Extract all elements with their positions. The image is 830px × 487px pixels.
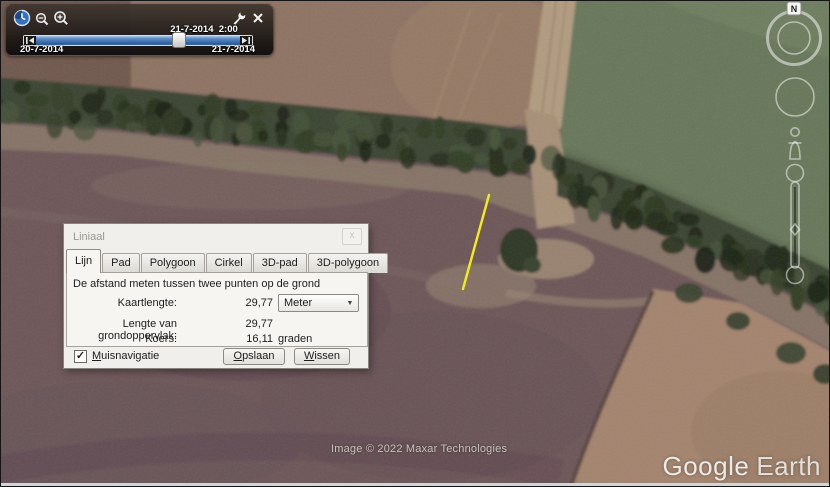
logo-earth: Earth bbox=[756, 451, 821, 481]
compass-ring[interactable] bbox=[768, 12, 821, 65]
clear-button[interactable]: Wissen bbox=[294, 348, 350, 365]
dialog-footer: ✓ Muisnavigatie Opslaan Wissen bbox=[64, 345, 368, 368]
look-joystick[interactable] bbox=[776, 78, 814, 116]
ruler-dialog: Liniaal x Lijn Pad Polygoon Cirkel 3D-pa… bbox=[63, 223, 369, 369]
zoom-in-button[interactable] bbox=[787, 165, 804, 182]
tab-pad[interactable]: Pad bbox=[102, 253, 140, 273]
time-current-label: 21-7-2014 2:00 bbox=[148, 24, 260, 35]
unit-dropdown-value: Meter bbox=[279, 297, 342, 309]
tab-cirkel[interactable]: Cirkel bbox=[206, 253, 252, 273]
dialog-title: Liniaal bbox=[73, 231, 105, 243]
time-slider-track[interactable] bbox=[36, 36, 240, 45]
tab-3d-polygoon[interactable]: 3D-polygoon bbox=[308, 253, 388, 273]
save-button[interactable]: Opslaan bbox=[223, 348, 285, 365]
zoom-out-button[interactable] bbox=[787, 267, 804, 284]
ruler-description: De afstand meten tussen twee punten op d… bbox=[73, 278, 320, 290]
time-zoom-out-icon[interactable] bbox=[35, 12, 50, 27]
mouse-navigation-checkbox[interactable]: ✓ bbox=[74, 350, 87, 363]
time-range-start-label: 20-7-2014 bbox=[20, 44, 63, 55]
unit-dropdown[interactable]: Meter ▼ bbox=[278, 294, 359, 312]
ruler-tab-content: De afstand meten tussen twee punten op d… bbox=[66, 272, 368, 347]
pegman-icon[interactable] bbox=[789, 128, 802, 159]
imagery-attribution: Image © 2022 Maxar Technologies bbox=[331, 443, 507, 455]
time-slider-handle[interactable] bbox=[172, 32, 186, 48]
heading-label: Koers: bbox=[69, 333, 177, 345]
compass-inner-ring[interactable] bbox=[778, 22, 810, 54]
tab-3d-pad[interactable]: 3D-pad bbox=[253, 253, 307, 273]
north-label: N bbox=[791, 4, 798, 14]
heading-value: 16,11 bbox=[177, 333, 273, 345]
tab-lijn[interactable]: Lijn bbox=[66, 249, 101, 273]
mouse-navigation-label[interactable]: Muisnavigatie bbox=[92, 350, 159, 362]
chevron-down-icon: ▼ bbox=[342, 300, 358, 307]
maplength-label: Kaartlengte: bbox=[69, 297, 177, 309]
time-slider-panel: 21-7-2014 2:00 20-7-2014 21-7-2014 bbox=[5, 4, 274, 56]
heading-unit: graden bbox=[278, 333, 312, 345]
navigation-controls: N bbox=[757, 1, 830, 293]
groundlength-value: 29,77 bbox=[177, 318, 273, 330]
historical-imagery-clock-icon[interactable] bbox=[13, 9, 31, 27]
maplength-value: 29,77 bbox=[177, 297, 273, 309]
ruler-tab-bar: Lijn Pad Polygoon Cirkel 3D-pad 3D-polyg… bbox=[66, 250, 389, 273]
time-zoom-in-icon[interactable] bbox=[53, 10, 70, 27]
google-earth-logo: GoogleEarth bbox=[663, 451, 822, 482]
dialog-close-button[interactable]: x bbox=[342, 228, 362, 245]
time-range-end-label: 21-7-2014 bbox=[212, 44, 255, 55]
google-earth-window: 21-7-2014 2:00 20-7-2014 21-7-2014 Linia… bbox=[0, 0, 830, 487]
zoom-slider[interactable] bbox=[787, 165, 804, 284]
logo-google: Google bbox=[663, 451, 750, 481]
tab-polygoon[interactable]: Polygoon bbox=[141, 253, 205, 273]
screenshot-edge-strip bbox=[1, 483, 829, 486]
